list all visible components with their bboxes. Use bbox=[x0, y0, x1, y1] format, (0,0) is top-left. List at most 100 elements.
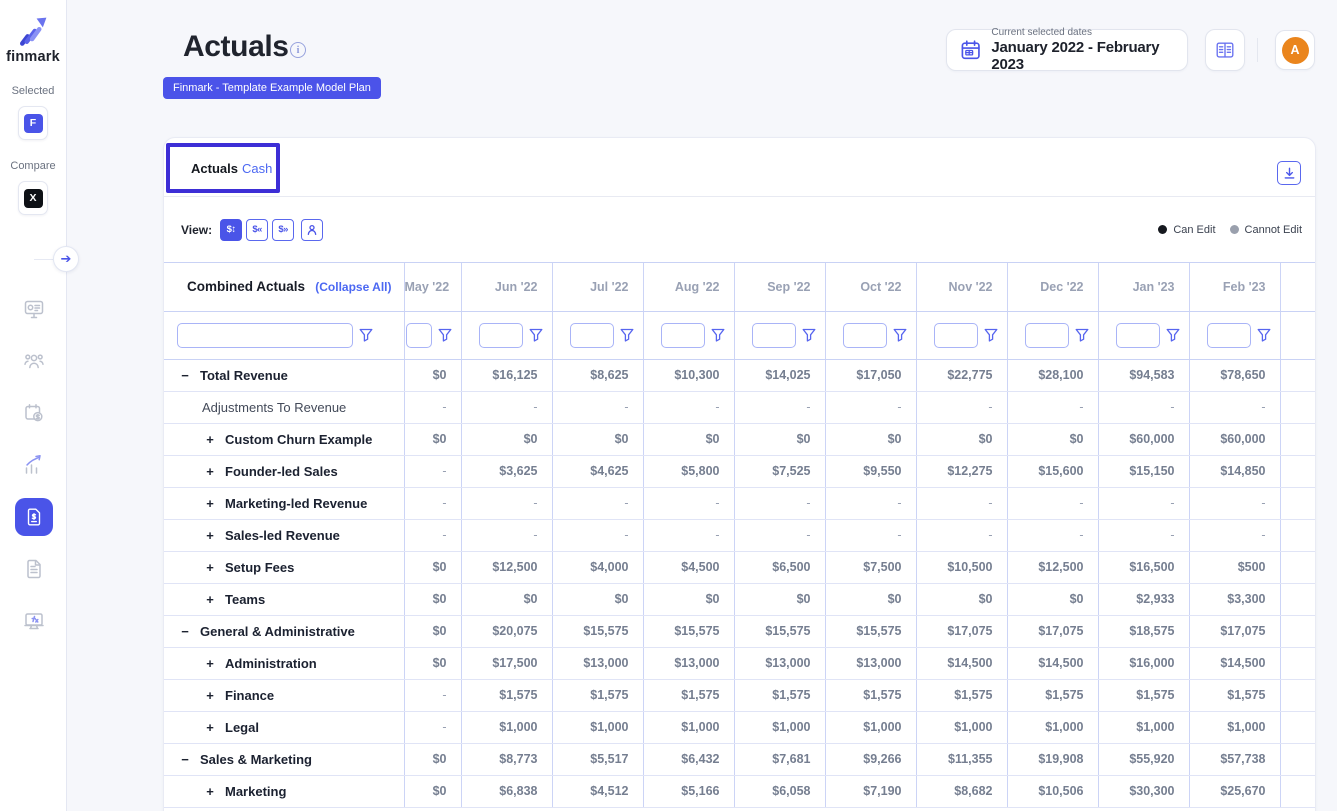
value-cell: $13,000 bbox=[734, 647, 825, 679]
row-label: Administration bbox=[225, 656, 317, 671]
value-cell: $14,500 bbox=[1007, 647, 1098, 679]
expand-row-icon[interactable]: + bbox=[203, 721, 217, 734]
view-dollars-expand-all-button[interactable]: $↕ bbox=[220, 219, 242, 241]
filter-icon[interactable] bbox=[1074, 327, 1090, 343]
value-cell: $5,517 bbox=[552, 743, 643, 775]
finmark-logo[interactable]: finmark bbox=[0, 14, 66, 65]
cannot-edit-label: Cannot Edit bbox=[1245, 224, 1302, 236]
value-cell: $11,355 bbox=[916, 743, 1007, 775]
plan-badge[interactable]: Finmark - Template Example Model Plan bbox=[163, 77, 381, 99]
column-filter-input[interactable] bbox=[843, 323, 887, 348]
value-cell: - bbox=[1189, 487, 1280, 519]
row-label-cell: +Custom Churn Example bbox=[164, 423, 404, 455]
expand-row-icon[interactable]: + bbox=[203, 433, 217, 446]
value-cell: $14,850 bbox=[1189, 455, 1280, 487]
value-cell: $500 bbox=[1189, 551, 1280, 583]
column-filter-input[interactable] bbox=[661, 323, 705, 348]
filter-icon[interactable] bbox=[619, 327, 635, 343]
download-button[interactable] bbox=[1277, 161, 1301, 185]
filter-icon[interactable] bbox=[437, 327, 453, 343]
selected-model-chip[interactable]: F bbox=[18, 106, 48, 140]
value-cell: $10,500 bbox=[916, 551, 1007, 583]
compare-model-chip[interactable]: X bbox=[18, 181, 48, 215]
expand-row-icon[interactable]: + bbox=[203, 497, 217, 510]
filter-icon[interactable] bbox=[892, 327, 908, 343]
value-cell: - bbox=[461, 487, 552, 519]
expand-row-icon[interactable]: + bbox=[203, 561, 217, 574]
trailing-cell bbox=[1280, 615, 1315, 647]
column-header: Dec '22 bbox=[1007, 263, 1098, 311]
sidebar-collapse-button[interactable]: ➔ bbox=[53, 246, 79, 272]
filter-icon[interactable] bbox=[358, 327, 374, 343]
value-cell: $4,512 bbox=[552, 775, 643, 807]
value-cell: $13,000 bbox=[552, 647, 643, 679]
trailing-cell bbox=[1280, 775, 1315, 807]
view-dollars-expand-button[interactable]: $» bbox=[272, 219, 294, 241]
value-cell: $0 bbox=[916, 423, 1007, 455]
tab-actuals[interactable]: Actuals bbox=[191, 161, 238, 176]
column-filter-input[interactable] bbox=[1116, 323, 1160, 348]
sidebar-item-formulas[interactable] bbox=[0, 595, 67, 647]
dashboard-icon bbox=[22, 297, 46, 321]
row-label-cell: Adjustments To Revenue bbox=[164, 391, 404, 423]
row-label-cell: + Administration bbox=[164, 647, 404, 679]
sidebar-item-team[interactable] bbox=[0, 335, 67, 387]
filter-icon[interactable] bbox=[528, 327, 544, 343]
row-label-cell: +Marketing-led Revenue bbox=[164, 487, 404, 519]
row-label-cell: +Finance bbox=[164, 679, 404, 711]
column-filter-input[interactable] bbox=[752, 323, 796, 348]
value-cell: $12,500 bbox=[1007, 551, 1098, 583]
expand-row-icon[interactable]: + bbox=[203, 657, 217, 670]
collapse-row-icon[interactable]: − bbox=[178, 625, 192, 638]
row-label-filter-input[interactable] bbox=[177, 323, 353, 348]
collapse-row-icon[interactable]: − bbox=[178, 369, 192, 382]
view-dollars-collapse-button[interactable]: $« bbox=[246, 219, 268, 241]
tab-cash[interactable]: Cash bbox=[242, 161, 272, 176]
compare-model-initial: X bbox=[24, 189, 43, 208]
table-row: +Administration$0$17,500$13,000$13,000$1… bbox=[164, 647, 1315, 679]
sidebar-item-actuals[interactable] bbox=[0, 491, 67, 543]
view-toolbar: View: $↕ $« $» Can Edit Cannot Edit bbox=[164, 197, 1315, 263]
column-filter-input[interactable] bbox=[406, 323, 432, 348]
table-row: −Sales & Marketing$0$8,773$5,517$6,432$7… bbox=[164, 743, 1315, 775]
column-filter-input[interactable] bbox=[479, 323, 523, 348]
value-cell: $15,150 bbox=[1098, 455, 1189, 487]
row-label-cell: +Marketing bbox=[164, 775, 404, 807]
value-cell: $94,583 bbox=[1098, 359, 1189, 391]
filter-icon[interactable] bbox=[983, 327, 999, 343]
sidebar-item-reports[interactable] bbox=[0, 543, 67, 595]
column-filter-input[interactable] bbox=[934, 323, 978, 348]
expand-row-icon[interactable]: + bbox=[203, 465, 217, 478]
actuals-card: Actuals Cash View: $↕ $« $» Can Edit Can… bbox=[163, 137, 1316, 811]
info-icon[interactable]: i bbox=[290, 42, 306, 58]
column-filter-cell bbox=[1007, 311, 1098, 359]
expand-row-icon[interactable]: + bbox=[203, 529, 217, 542]
filter-icon[interactable] bbox=[710, 327, 726, 343]
value-cell: - bbox=[734, 519, 825, 551]
sidebar-item-dashboard[interactable] bbox=[0, 283, 67, 335]
filter-icon[interactable] bbox=[1256, 327, 1272, 343]
column-filter-input[interactable] bbox=[1025, 323, 1069, 348]
column-filter-input[interactable] bbox=[1207, 323, 1251, 348]
collapse-row-icon[interactable]: − bbox=[178, 753, 192, 766]
filter-icon[interactable] bbox=[801, 327, 817, 343]
collapse-all-link[interactable]: (Collapse All) bbox=[315, 280, 391, 294]
filter-icon[interactable] bbox=[1165, 327, 1181, 343]
row-label-cell: +Sales-led Revenue bbox=[164, 519, 404, 551]
value-cell: $12,275 bbox=[916, 455, 1007, 487]
columns-settings-button[interactable] bbox=[1205, 29, 1245, 71]
expand-row-icon[interactable]: + bbox=[203, 689, 217, 702]
user-menu-button[interactable]: A bbox=[1275, 30, 1315, 70]
sidebar-item-billing[interactable] bbox=[0, 387, 67, 439]
date-range-button[interactable]: Current selected dates January 2022 - Fe… bbox=[946, 29, 1188, 71]
column-filter-input[interactable] bbox=[570, 323, 614, 348]
row-label: Legal bbox=[225, 720, 259, 735]
view-headcount-button[interactable] bbox=[301, 219, 323, 241]
value-cell: $8,625 bbox=[552, 359, 643, 391]
expand-row-icon[interactable]: + bbox=[203, 593, 217, 606]
value-cell: - bbox=[404, 679, 461, 711]
sidebar-item-metrics[interactable] bbox=[0, 439, 67, 491]
expand-row-icon[interactable]: + bbox=[203, 785, 217, 798]
value-cell: $0 bbox=[916, 583, 1007, 615]
value-cell: $0 bbox=[552, 423, 643, 455]
